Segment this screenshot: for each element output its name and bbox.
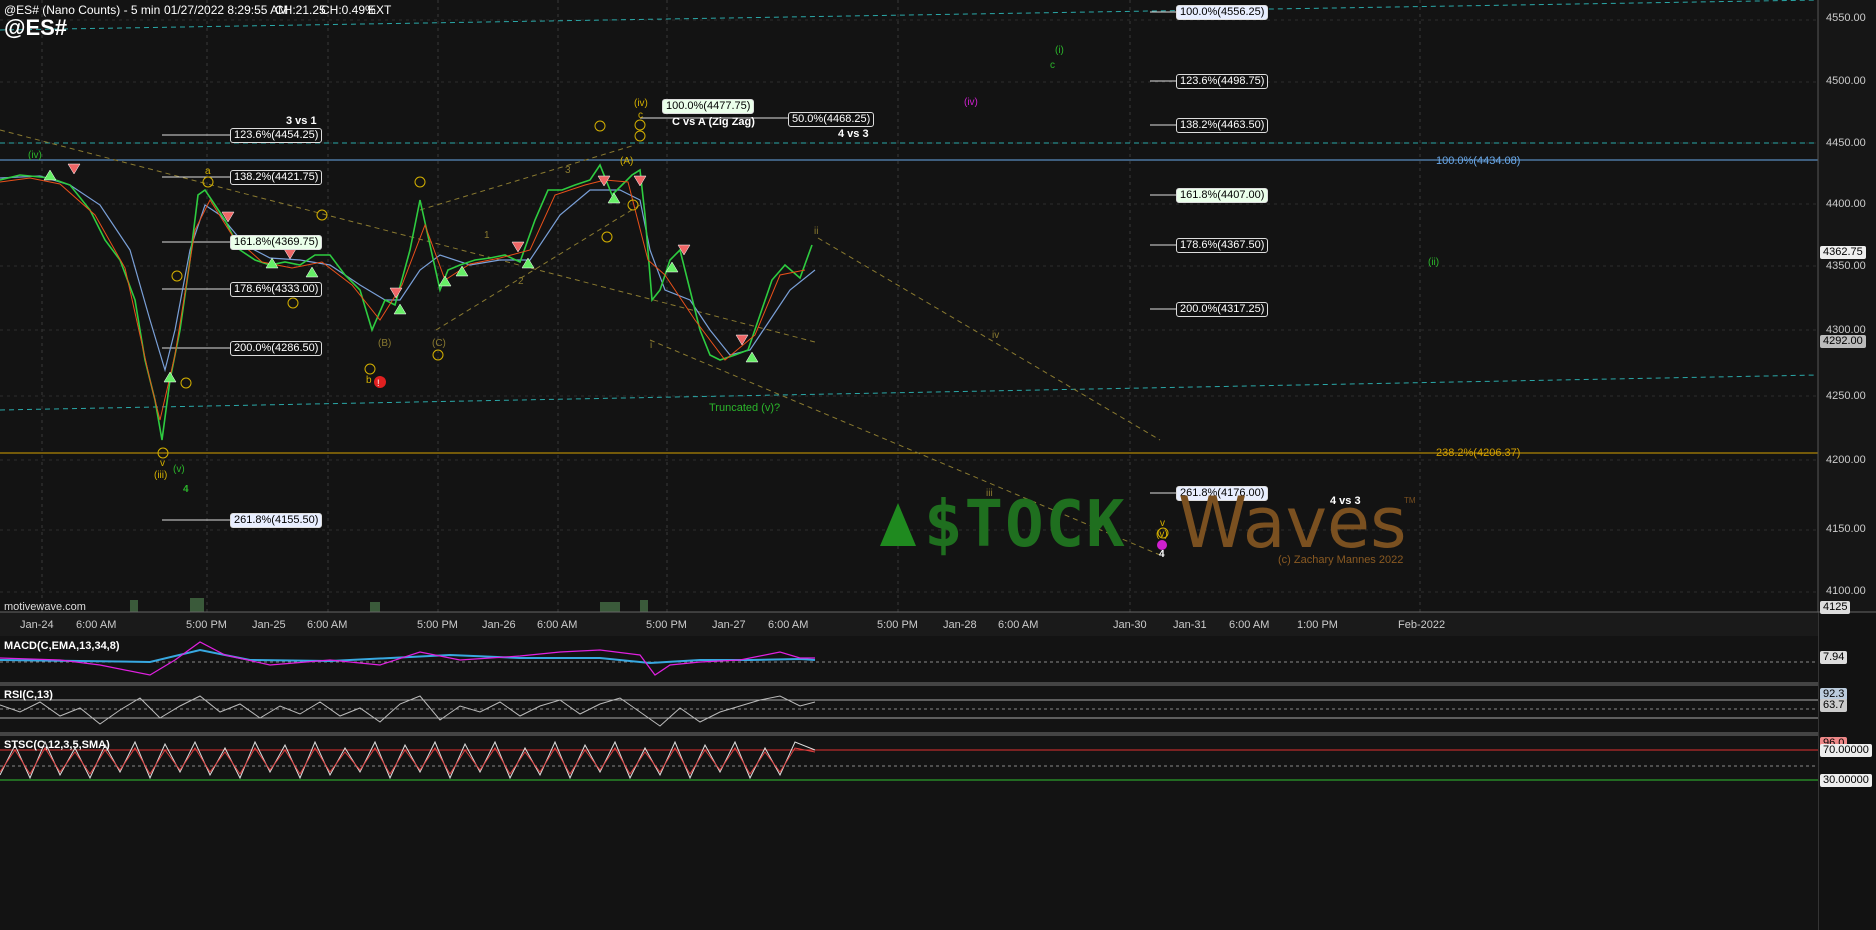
copyright-label: (c) Zachary Mannes 2022: [1278, 554, 1404, 566]
price-tick: 4350.00: [1826, 260, 1866, 272]
time-label: 6:00 AM: [537, 619, 578, 631]
fib-label: 138.2%(4421.75): [230, 170, 323, 185]
fib-label: 123.6%(4498.75): [1176, 74, 1269, 89]
symbol-label: @ES#: [4, 15, 68, 40]
stoch-lower-tag: 30.00000: [1820, 774, 1872, 787]
wave-label: 4: [1159, 549, 1165, 560]
fib-label: 200.0%(4317.25): [1176, 302, 1269, 317]
chart-window: ! @ES# (Nano Counts) - 5 min 01/27/2022 …: [0, 0, 1876, 930]
time-label: Jan-24: [20, 619, 54, 631]
last-price-tag: 4362.75: [1820, 246, 1866, 259]
wave-label: (ii): [1428, 257, 1440, 268]
wave-label: (iv): [634, 98, 648, 109]
fib-label: 161.8%(4369.75): [230, 235, 323, 250]
time-label: Feb-2022: [1398, 619, 1446, 631]
fib-label: 161.8%(4407.00): [1176, 188, 1269, 203]
time-label: 5:00 PM: [417, 619, 458, 631]
time-label: Jan-26: [482, 619, 516, 631]
wave-label: b: [366, 375, 372, 386]
logo-arrow-icon: [880, 503, 916, 546]
wave-label: v: [1160, 518, 1165, 529]
wave-label: 1: [484, 230, 490, 241]
fib-label: 200.0%(4286.50): [230, 341, 323, 356]
annotation-label: 4 vs 3: [838, 128, 869, 140]
fib-label: 50.0%(4468.25): [788, 112, 875, 127]
annotation-label: 3 vs 1: [286, 115, 317, 127]
price-tick: 4100.00: [1826, 585, 1866, 597]
price-tick: 4200.00: [1826, 454, 1866, 466]
annotation-label: C vs A (Zig Zag): [672, 116, 755, 128]
macd-label: MACD(C,EMA,13,34,8): [4, 640, 120, 652]
wave-label: (iv): [28, 150, 42, 161]
wave-label: c: [1050, 60, 1055, 71]
fib-label: 123.6%(4454.25): [230, 128, 323, 143]
chart-datetime: 01/27/2022 8:29:55 AM: [164, 3, 289, 17]
session-label: EXT: [368, 3, 392, 17]
logo-left-text: $TOCK: [924, 488, 1127, 562]
fib-label: 261.8%(4155.50): [230, 513, 323, 528]
stoch-label: STSC(C,12,3,5,SMA): [4, 739, 110, 751]
time-label: 6:00 AM: [307, 619, 348, 631]
wave-label: 2: [518, 276, 524, 287]
price-marker-tag: 4292.00: [1820, 335, 1866, 348]
stockwaves-logo: $TOCK Waves TM (c) Zachary Mannes 2022: [878, 482, 1418, 568]
macd-value-tag: 7.94: [1820, 651, 1848, 664]
price-marker-tag: 4125: [1820, 601, 1851, 614]
time-label: Jan-30: [1113, 619, 1147, 631]
svg-text:!: !: [377, 378, 380, 388]
price-tick: 4250.00: [1826, 390, 1866, 402]
wave-label: v: [160, 458, 165, 469]
wave-label: ii: [814, 226, 819, 237]
rsi-label: RSI(C,13): [4, 689, 53, 701]
time-label: Jan-27: [712, 619, 746, 631]
wave-label: (iii): [154, 470, 168, 481]
wave-label: c: [638, 110, 643, 121]
site-watermark: motivewave.com: [4, 601, 86, 613]
logo-right-text: Waves: [1178, 482, 1407, 564]
wave-label: 4: [183, 484, 189, 495]
stoch-upper-tag: 70.00000: [1820, 744, 1872, 757]
wave-label: iii: [986, 488, 993, 499]
price-tick: 4500.00: [1826, 75, 1866, 87]
wave-label: iv: [992, 330, 1000, 341]
wave-label: (B): [378, 338, 392, 349]
time-label: 5:00 PM: [186, 619, 227, 631]
fib-label: 100.0%(4556.25): [1176, 5, 1269, 20]
annotation-label: Truncated (v)?: [709, 402, 781, 414]
time-label: Jan-28: [943, 619, 977, 631]
time-label: 5:00 PM: [877, 619, 918, 631]
wave-label: a: [205, 166, 211, 177]
price-tick: 4400.00: [1826, 198, 1866, 210]
fib-label: 178.6%(4333.00): [230, 282, 323, 297]
time-label: 1:00 PM: [1297, 619, 1338, 631]
rsi-value-tag: 63.7: [1820, 699, 1848, 712]
wave-label: (A): [620, 156, 634, 167]
price-tick: 4450.00: [1826, 137, 1866, 149]
wave-label: (i): [1055, 45, 1064, 56]
blue-line-label: 100.0%(4434.08): [1436, 155, 1521, 167]
fib-label: 178.6%(4367.50): [1176, 238, 1269, 253]
logo-tm: TM: [1404, 496, 1416, 505]
time-label: Jan-25: [252, 619, 286, 631]
wave-label: i: [650, 340, 653, 351]
time-label: Jan-31: [1173, 619, 1207, 631]
wave-label: (C): [432, 338, 446, 349]
wave-label: (v): [1156, 529, 1168, 540]
fib-label: 138.2%(4463.50): [1176, 118, 1269, 133]
time-label: 6:00 AM: [1229, 619, 1270, 631]
time-label: 6:00 AM: [998, 619, 1039, 631]
price-tick: 4550.00: [1826, 12, 1866, 24]
time-label: 5:00 PM: [646, 619, 687, 631]
wave-label: (v): [173, 464, 185, 475]
wave-label: (iv): [964, 97, 978, 108]
time-label: 6:00 AM: [76, 619, 117, 631]
orange-line-label: 238.2%(4206.37): [1436, 447, 1521, 459]
price-tick: 4150.00: [1826, 523, 1866, 535]
fib-label: 100.0%(4477.75): [662, 99, 755, 114]
change-abs: CH:21.25: [275, 3, 326, 17]
time-label: 6:00 AM: [768, 619, 809, 631]
wave-label: 3: [565, 165, 571, 176]
